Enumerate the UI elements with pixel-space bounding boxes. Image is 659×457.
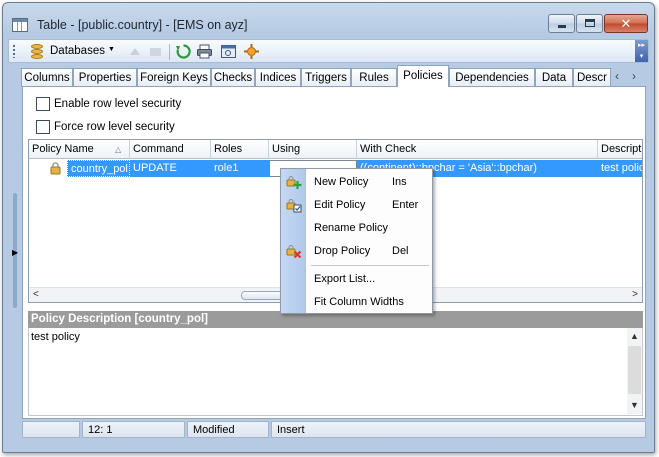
tab-strip: Columns Properties Foreign Keys Checks I…	[21, 65, 649, 87]
column-header-roles[interactable]: Roles	[211, 140, 269, 159]
toolbar-separator	[169, 44, 170, 60]
column-header-description[interactable]: Descript	[598, 140, 642, 159]
cell-description[interactable]: test polic	[598, 160, 642, 177]
row-indicator[interactable]	[29, 160, 67, 177]
status-cursor-position: 12: 1	[82, 421, 185, 438]
context-menu-gutter	[281, 169, 306, 313]
window-controls: ✕	[547, 14, 648, 33]
menu-item-label: Export List...	[314, 273, 376, 285]
new-policy-icon	[286, 176, 302, 189]
menu-item-shortcut: Enter	[392, 199, 419, 211]
scroll-down-icon[interactable]: ▼	[630, 400, 639, 410]
enable-rls-label[interactable]: Enable row level security	[54, 98, 181, 110]
print-preview-icon[interactable]	[220, 43, 237, 60]
scroll-right-icon[interactable]: >	[632, 289, 638, 300]
tab-data[interactable]: Data	[535, 68, 573, 87]
grid-header: Policy Name △ Command Roles Using With C…	[29, 140, 642, 159]
menu-item-rename-policy[interactable]: Rename Policy	[306, 217, 432, 239]
disabled-list-icon	[150, 48, 161, 56]
menu-item-export-list[interactable]: Export List...	[306, 268, 432, 290]
menu-item-label: Rename Policy	[314, 222, 388, 234]
enable-rls-checkbox[interactable]	[36, 97, 50, 111]
scroll-up-icon[interactable]: ▲	[630, 331, 639, 341]
maximize-button[interactable]	[576, 14, 603, 33]
properties-icon[interactable]	[243, 43, 260, 60]
menu-item-shortcut: Del	[392, 245, 409, 257]
menu-item-label: Fit Column Widths	[314, 296, 404, 308]
expand-arrow-icon[interactable]: ▶	[12, 248, 18, 257]
menu-item-new-policy[interactable]: New Policy Ins	[306, 171, 432, 193]
menu-item-edit-policy[interactable]: Edit Policy Enter	[306, 194, 432, 216]
menu-item-label: Drop Policy	[314, 245, 371, 257]
window-title: Table - [public.country] - [EMS on ayz]	[37, 18, 248, 32]
column-header-command[interactable]: Command	[130, 140, 211, 159]
drop-policy-icon	[286, 245, 302, 259]
print-icon[interactable]	[196, 43, 213, 60]
tab-scroll-left-icon[interactable]: ‹	[615, 69, 619, 83]
column-header-using[interactable]: Using	[269, 140, 357, 159]
status-insert-mode: Insert	[271, 421, 646, 438]
minimize-icon	[558, 25, 566, 28]
column-header-label: Policy Name	[32, 143, 94, 155]
scrollbar-track[interactable]	[628, 346, 641, 394]
force-rls-label[interactable]: Force row level security	[54, 121, 175, 133]
description-vertical-scrollbar[interactable]: ▲ ▼	[627, 328, 642, 414]
menu-item-fit-column-widths[interactable]: Fit Column Widths	[306, 291, 432, 313]
disabled-arrow-icon	[130, 48, 140, 55]
tab-dependencies[interactable]: Dependencies	[449, 68, 535, 87]
tab-checks[interactable]: Checks	[211, 68, 255, 87]
force-rls-checkbox[interactable]	[36, 120, 50, 134]
minimize-button[interactable]	[548, 14, 575, 33]
tab-foreign-keys[interactable]: Foreign Keys	[137, 68, 211, 87]
close-button[interactable]: ✕	[604, 14, 648, 33]
context-menu: New Policy Ins Edit Policy Enter Rename …	[280, 168, 433, 314]
database-icon	[31, 44, 43, 59]
tab-properties[interactable]: Properties	[73, 68, 137, 87]
cell-policy-name[interactable]: country_pol	[67, 160, 130, 177]
edit-policy-icon	[286, 199, 302, 213]
tab-scroll-right-icon[interactable]: ›	[632, 69, 636, 83]
cell-command[interactable]: UPDATE	[130, 160, 211, 177]
title-bar: Table - [public.country] - [EMS on ayz] …	[3, 3, 654, 37]
refresh-icon[interactable]	[175, 43, 192, 60]
tab-description[interactable]: Descr	[573, 68, 611, 87]
close-icon: ✕	[620, 16, 632, 31]
menu-separator	[311, 265, 429, 266]
menu-item-drop-policy[interactable]: Drop Policy Del	[306, 240, 432, 262]
column-header-with-check[interactable]: With Check	[357, 140, 598, 159]
status-bar: 12: 1 Modified Insert	[22, 421, 646, 438]
cell-roles[interactable]: role1	[211, 160, 269, 177]
tab-triggers[interactable]: Triggers	[301, 68, 351, 87]
table-icon	[12, 18, 28, 32]
tab-policies[interactable]: Policies	[397, 65, 449, 87]
databases-button[interactable]: Databases	[50, 45, 105, 57]
maximize-icon	[585, 19, 595, 27]
status-cell-empty	[22, 421, 80, 438]
tab-columns[interactable]: Columns	[21, 68, 73, 87]
toolbar-overflow-button[interactable]: ▸▸ ▾	[635, 40, 648, 62]
scroll-left-icon[interactable]: <	[33, 289, 39, 300]
chevron-down-icon[interactable]: ▼	[108, 46, 115, 53]
menu-item-label: New Policy	[314, 176, 369, 188]
toolbar-grip[interactable]	[13, 45, 15, 58]
tab-rules[interactable]: Rules	[351, 68, 397, 87]
policy-key-icon	[50, 162, 61, 175]
toolbar: Databases ▼ ▸▸ ▾	[8, 39, 649, 63]
tab-indices[interactable]: Indices	[255, 68, 301, 87]
menu-item-label: Edit Policy	[314, 199, 366, 211]
menu-item-shortcut: Ins	[392, 176, 407, 188]
sort-ascending-icon: △	[115, 145, 122, 154]
description-editor[interactable]: test policy ▲ ▼	[28, 328, 643, 416]
description-text[interactable]: test policy	[31, 331, 80, 343]
status-modified: Modified	[187, 421, 269, 438]
